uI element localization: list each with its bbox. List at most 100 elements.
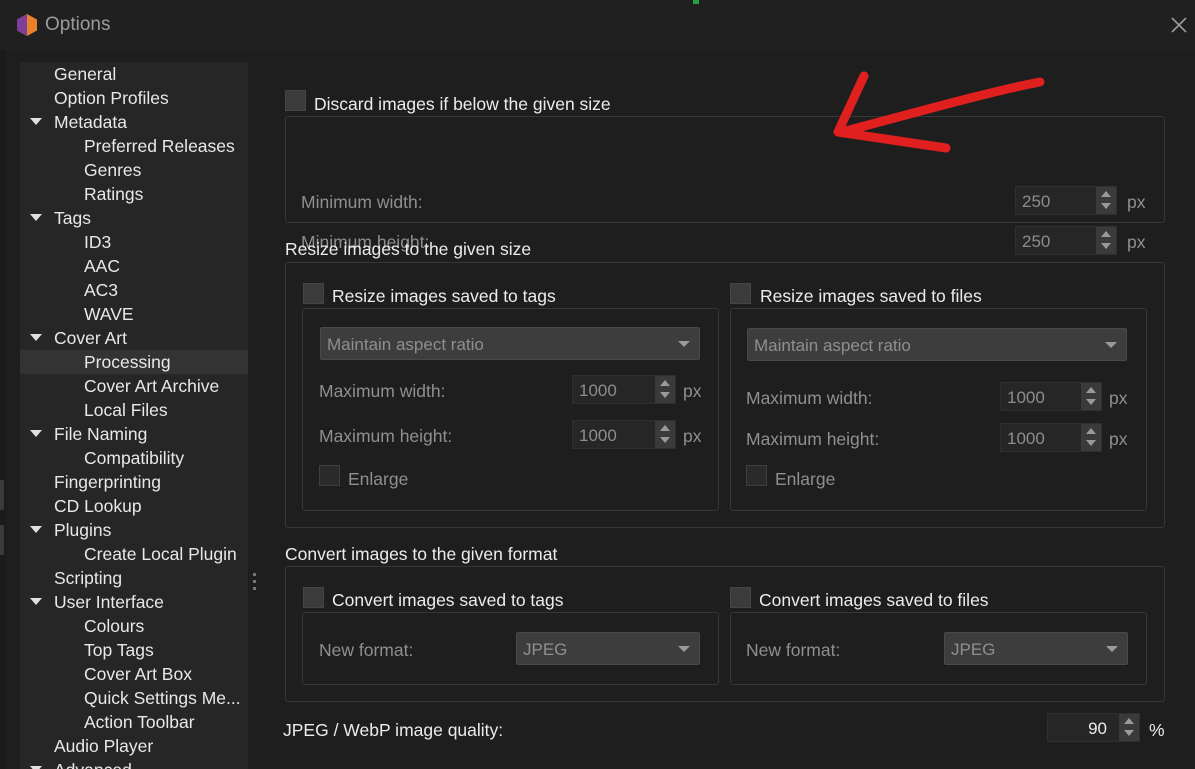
resize-tags-checkbox[interactable] [303,283,324,304]
sidebar-item-ratings[interactable]: Ratings [20,182,248,206]
sidebar-item-action-toolbar[interactable]: Action Toolbar [20,710,248,734]
resize-files-label: Resize images saved to files [760,286,982,306]
sidebar-item-local-files[interactable]: Local Files [20,398,248,422]
resize-files-width-unit: px [1109,388,1128,408]
resize-files-max-width-label: Maximum width: [746,388,873,408]
sidebar-item-label: AC3 [84,280,119,300]
sidebar-item-wave[interactable]: WAVE [20,302,248,326]
sidebar-item-label: Audio Player [54,736,154,756]
spin-up-icon[interactable] [1101,231,1111,237]
sidebar-item-label: Top Tags [84,640,154,660]
spin-up-icon[interactable] [1124,718,1134,724]
min-height-unit: px [1127,232,1146,252]
resize-files-max-width-spinbox[interactable]: 1000 [1000,382,1102,411]
sidebar-item-cover-art[interactable]: Cover Art [20,326,248,350]
sidebar-item-genres[interactable]: Genres [20,158,248,182]
expand-arrow-icon[interactable] [30,526,42,533]
sidebar-item-quick-settings-me[interactable]: Quick Settings Me... [20,686,248,710]
min-width-unit: px [1127,192,1146,212]
spin-down-icon[interactable] [1101,243,1111,249]
resize-tags-enlarge-checkbox[interactable] [319,465,340,486]
resize-tags-max-height-spinbox[interactable]: 1000 [572,420,676,449]
spin-up-icon[interactable] [1086,428,1096,434]
sidebar-item-create-local-plugin[interactable]: Create Local Plugin [20,542,248,566]
spin-down-icon[interactable] [1124,730,1134,736]
sidebar-item-label: Ratings [84,184,144,204]
convert-tags-checkbox[interactable] [303,587,324,608]
resize-files-enlarge-checkbox[interactable] [746,465,767,486]
sidebar-item-scripting[interactable]: Scripting [20,566,248,590]
convert-files-format-select[interactable]: JPEG [944,632,1128,665]
close-icon[interactable] [1161,8,1195,42]
spin-down-icon[interactable] [660,392,670,398]
resize-files-max-height-spinbox[interactable]: 1000 [1000,423,1102,452]
sidebar-item-preferred-releases[interactable]: Preferred Releases [20,134,248,158]
sidebar-item-label: Cover Art [54,328,127,348]
chevron-down-icon [1106,646,1118,652]
spin-down-icon[interactable] [1086,399,1096,405]
resize-tags-mode-select[interactable]: Maintain aspect ratio [320,327,700,360]
sidebar-item-processing[interactable]: Processing [20,350,248,374]
sidebar-item-compatibility[interactable]: Compatibility [20,446,248,470]
chevron-down-icon [678,341,690,347]
sidebar-item-label: Advanced [54,758,132,769]
resize-files-height-unit: px [1109,429,1128,449]
convert-tags-format-select[interactable]: JPEG [516,632,700,665]
sidebar-item-user-interface[interactable]: User Interface [20,590,248,614]
spin-down-icon[interactable] [660,437,670,443]
sidebar-item-label: Local Files [84,400,168,420]
sidebar-item-plugins[interactable]: Plugins [20,518,248,542]
quality-unit: % [1149,720,1165,740]
sidebar-item-fingerprinting[interactable]: Fingerprinting [20,470,248,494]
resize-files-enlarge-label: Enlarge [775,469,836,489]
resize-tags-enlarge-label: Enlarge [348,469,409,489]
title-bar: Options [0,0,1195,50]
spin-up-icon[interactable] [660,380,670,386]
chevron-down-icon [1105,342,1117,348]
sidebar-item-metadata[interactable]: Metadata [20,110,248,134]
sidebar-item-advanced[interactable]: Advanced [20,758,248,769]
sidebar-item-label: Genres [84,160,142,180]
sidebar-item-label: CD Lookup [54,496,142,516]
spin-down-icon[interactable] [1101,203,1111,209]
resize-tags-max-width-spinbox[interactable]: 1000 [572,375,676,404]
sidebar-item-top-tags[interactable]: Top Tags [20,638,248,662]
discard-images-checkbox[interactable] [285,90,306,111]
options-tree[interactable]: General Option Profiles Metadata Preferred … [20,62,248,769]
sidebar-item-cover-art-archive[interactable]: Cover Art Archive [20,374,248,398]
min-width-spinbox[interactable]: 250 [1015,186,1117,215]
splitter-handle[interactable] [253,573,256,599]
resize-tags-height-unit: px [683,426,702,446]
sidebar-item-aac[interactable]: AAC [20,254,248,278]
resize-files-panel: Maintain aspect ratio Maximum width: 100… [730,308,1147,511]
spin-up-icon[interactable] [1086,387,1096,393]
convert-files-checkbox[interactable] [730,587,751,608]
min-width-label: Minimum width: [301,192,423,212]
chevron-down-icon [678,646,690,652]
sidebar-item-colours[interactable]: Colours [20,614,248,638]
sidebar-item-ac3[interactable]: AC3 [20,278,248,302]
sidebar-item-audio-player[interactable]: Audio Player [20,734,248,758]
spin-down-icon[interactable] [1086,440,1096,446]
expand-arrow-icon[interactable] [30,214,42,221]
expand-arrow-icon[interactable] [30,598,42,605]
spin-up-icon[interactable] [660,425,670,431]
sidebar-item-file-naming[interactable]: File Naming [20,422,248,446]
sidebar-item-cover-art-box[interactable]: Cover Art Box [20,662,248,686]
resize-files-mode-select[interactable]: Maintain aspect ratio [747,328,1127,361]
spin-up-icon[interactable] [1101,191,1111,197]
sidebar-item-id3[interactable]: ID3 [20,230,248,254]
min-height-spinbox[interactable]: 250 [1015,226,1117,255]
sidebar-item-label: Action Toolbar [84,712,195,732]
sidebar-item-general[interactable]: General [20,62,248,86]
expand-arrow-icon[interactable] [30,430,42,437]
sidebar-item-label: Compatibility [84,448,185,468]
sidebar-item-cd-lookup[interactable]: CD Lookup [20,494,248,518]
quality-spinbox[interactable]: 90 [1047,713,1140,742]
sidebar-item-option-profiles[interactable]: Option Profiles [20,86,248,110]
expand-arrow-icon[interactable] [30,118,42,125]
expand-arrow-icon[interactable] [30,334,42,341]
resize-tags-label: Resize images saved to tags [332,286,556,306]
resize-files-checkbox[interactable] [730,283,751,304]
sidebar-item-tags[interactable]: Tags [20,206,248,230]
